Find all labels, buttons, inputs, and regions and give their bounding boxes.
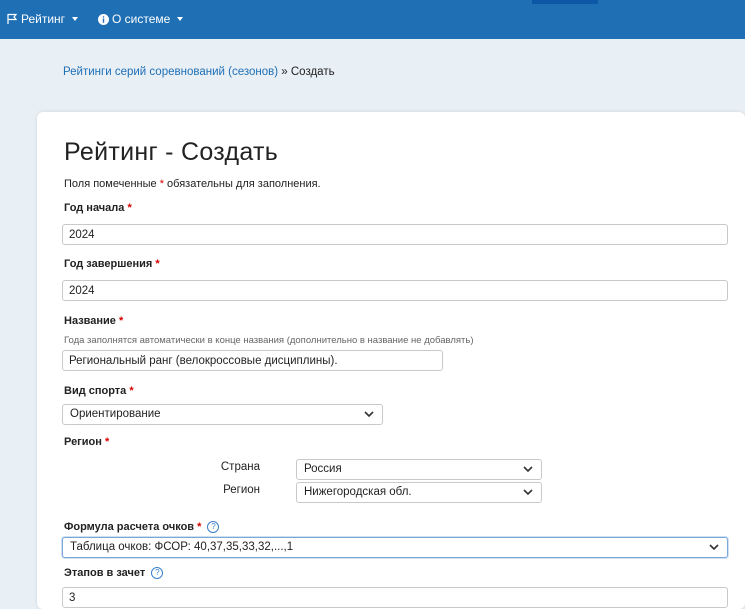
chevron-down-icon (709, 544, 719, 551)
flag-icon (7, 13, 18, 24)
end-year-label-text: Год завершения (64, 258, 153, 270)
breadcrumb: Рейтинги серий соревнований (сезонов) » … (63, 66, 335, 78)
chevron-down-icon (364, 411, 374, 418)
breadcrumb-current: Создать (290, 66, 335, 78)
stages-label-text: Этапов в зачет (64, 567, 146, 579)
sport-label-text: Вид спорта (64, 385, 127, 397)
required-marker: * (104, 436, 110, 448)
help-icon[interactable]: ? (151, 567, 164, 579)
sport-select[interactable]: Ориентирование (62, 404, 383, 425)
formula-label-text: Формула расчета очков (64, 521, 195, 533)
end-year-input[interactable]: 2024 (62, 280, 728, 301)
region-label: Регион * (64, 436, 109, 448)
formula-select[interactable]: Таблица очков: ФСОР: 40,37,35,33,32,...,… (62, 537, 728, 558)
name-label: Название * (64, 315, 123, 327)
country-label: Страна (220, 461, 260, 473)
name-label-text: Название (64, 315, 116, 327)
sport-select-value: Ориентирование (70, 408, 161, 420)
chevron-down-icon (523, 489, 533, 496)
name-input[interactable]: Региональный ранг (велокроссовые дисципл… (62, 350, 443, 371)
required-marker: * (129, 385, 134, 397)
chevron-down-icon (177, 17, 184, 21)
required-marker: * (197, 521, 202, 533)
required-marker: * (119, 315, 124, 327)
start-year-label-text: Год начала (64, 202, 125, 214)
required-note-text: Поля помеченные (64, 178, 160, 190)
name-hint: Года заполнятся автоматически в конце на… (64, 335, 474, 346)
start-year-input[interactable]: 2024 (62, 224, 728, 245)
region-select-value: Нижегородская обл. (304, 486, 412, 498)
stages-input[interactable]: 3 (62, 587, 728, 608)
breadcrumb-separator: » (278, 66, 291, 78)
chevron-down-icon (523, 466, 533, 473)
formula-label: Формула расчета очков * ? (64, 521, 220, 533)
sport-label: Вид спорта * (64, 385, 134, 397)
stages-label: Этапов в зачет ? (64, 567, 164, 579)
end-year-label: Год завершения * (64, 258, 160, 270)
start-year-label: Год начала * (64, 202, 132, 214)
formula-select-value: Таблица очков: ФСОР: 40,37,35,33,32,...,… (70, 541, 294, 553)
required-marker: * (155, 258, 160, 270)
required-marker: * (127, 202, 132, 214)
region-sub-label: Регион (223, 484, 260, 496)
info-icon (98, 13, 109, 25)
chevron-down-icon (72, 17, 79, 21)
rating-menu-label: Рейтинг (21, 12, 66, 26)
rating-menu[interactable]: Рейтинг (6, 12, 79, 26)
accent-bar (532, 0, 598, 4)
required-note-text-end: обязательны для заполнения. (163, 178, 321, 190)
country-select-value: Россия (304, 463, 342, 475)
breadcrumb-link-ratings[interactable]: Рейтинги серий соревнований (сезонов) (63, 66, 278, 78)
about-menu[interactable]: О системе (98, 12, 184, 26)
region-label-text: Регион (64, 436, 102, 448)
page-title: Рейтинг - Создать (64, 138, 279, 166)
about-menu-label: О системе (112, 12, 171, 26)
help-icon[interactable]: ? (207, 521, 220, 533)
region-select[interactable]: Нижегородская обл. (296, 482, 542, 503)
country-select[interactable]: Россия (296, 459, 542, 480)
top-navbar: Рейтинг О системе (0, 0, 745, 39)
required-note: Поля помеченные * обязательны для заполн… (64, 178, 321, 190)
